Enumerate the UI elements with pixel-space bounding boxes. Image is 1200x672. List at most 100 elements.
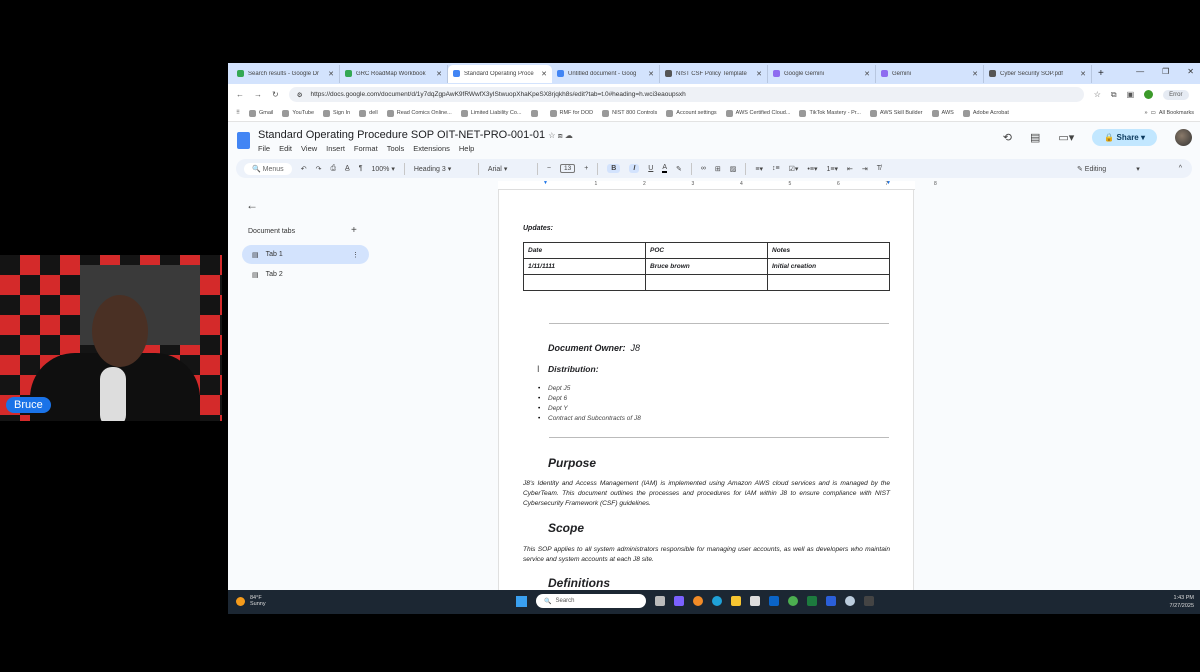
menu-insert[interactable]: Insert bbox=[326, 144, 345, 153]
table-cell[interactable]: Date bbox=[523, 242, 646, 259]
zoom-select[interactable]: 100% ▾ bbox=[371, 165, 394, 173]
tab-options-icon[interactable]: ⋮ bbox=[352, 251, 359, 259]
close-tab-icon[interactable]: ✕ bbox=[756, 70, 762, 78]
menu-file[interactable]: File bbox=[258, 144, 270, 153]
back-arrow-icon[interactable]: ← bbox=[246, 198, 258, 212]
close-tab-icon[interactable]: ✕ bbox=[541, 70, 547, 78]
table-cell[interactable]: Initial creation bbox=[767, 258, 890, 275]
font-size-decrease[interactable]: − bbox=[547, 165, 551, 172]
indent-decrease-icon[interactable]: ⇤ bbox=[847, 165, 853, 173]
ruler[interactable]: ▼ ▼ 12345678 bbox=[498, 180, 937, 190]
highlight-icon[interactable]: ✎ bbox=[676, 165, 682, 173]
browser-tab[interactable]: Cyber Security SOP.pdf ✕ bbox=[984, 64, 1092, 83]
bookmark-item[interactable]: AWS Certified Cloud... bbox=[725, 109, 790, 117]
bookmark-item[interactable]: Account settings bbox=[666, 109, 717, 117]
sidepanel-icon[interactable]: ▣ bbox=[1127, 90, 1135, 99]
profile-error-button[interactable]: Error bbox=[1163, 89, 1189, 100]
site-info-icon[interactable]: ⚙ bbox=[297, 91, 303, 99]
system-clock[interactable]: 1:43 PM 7/27/2025 bbox=[1170, 594, 1194, 610]
menu-search-input[interactable]: 🔍 Menus bbox=[244, 162, 292, 175]
file-explorer-icon[interactable] bbox=[731, 596, 741, 606]
bookmark-item[interactable]: YouTube bbox=[282, 109, 314, 117]
store-icon[interactable] bbox=[750, 596, 760, 606]
browser-tab[interactable]: NIST CSF Policy Template ✕ bbox=[660, 64, 768, 83]
comments-icon[interactable]: ▤ bbox=[1030, 131, 1040, 144]
profile-avatar[interactable] bbox=[1144, 90, 1154, 99]
font-size-input[interactable]: 13 bbox=[559, 164, 576, 173]
meet-icon[interactable]: ▭▾ bbox=[1058, 131, 1074, 144]
menu-edit[interactable]: Edit bbox=[279, 144, 292, 153]
new-tab-icon[interactable]: + bbox=[1098, 68, 1104, 79]
bookmark-item[interactable]: NIST 800 Controls bbox=[602, 109, 657, 117]
reload-icon[interactable]: ↻ bbox=[272, 90, 279, 99]
bookmark-item[interactable]: Read Comics Online... bbox=[386, 109, 452, 117]
close-tab-icon[interactable]: ✕ bbox=[648, 70, 654, 78]
excel-icon[interactable] bbox=[807, 596, 817, 606]
outlook-icon[interactable] bbox=[769, 596, 779, 606]
undo-icon[interactable]: ↶ bbox=[301, 165, 307, 173]
copilot-icon[interactable] bbox=[674, 596, 684, 606]
text-color-button[interactable]: A bbox=[662, 164, 668, 173]
weather-widget[interactable]: 84°F Sunny bbox=[236, 595, 266, 607]
table-cell[interactable] bbox=[767, 274, 890, 291]
browser-tab[interactable]: Google Gemini ✕ bbox=[768, 64, 876, 83]
link-icon[interactable]: ∞ bbox=[701, 165, 706, 172]
browser-tab[interactable]: Standard Operating Proce ✕ bbox=[448, 64, 552, 83]
url-input[interactable]: ⚙ https://docs.google.com/document/d/1y7d… bbox=[288, 87, 1084, 102]
spellcheck-icon[interactable]: A̲ bbox=[345, 165, 350, 172]
print-icon[interactable]: ⎙ bbox=[330, 165, 336, 173]
collapse-icon[interactable]: ^ bbox=[1179, 165, 1182, 172]
style-select[interactable]: Heading 3 ▾ bbox=[414, 165, 469, 173]
add-comment-icon[interactable]: ⊞ bbox=[715, 165, 721, 173]
terminal-icon[interactable] bbox=[864, 596, 874, 606]
align-icon[interactable]: ≡▾ bbox=[755, 165, 763, 173]
browser-tab[interactable]: Gemini ✕ bbox=[876, 64, 984, 83]
insert-image-icon[interactable]: ▨ bbox=[730, 165, 737, 173]
table-cell[interactable] bbox=[523, 274, 646, 291]
bookmark-item[interactable]: TikTok Mastery - Pr... bbox=[799, 109, 861, 117]
minimize-icon[interactable]: — bbox=[1136, 67, 1144, 76]
paint-format-icon[interactable]: ¶ bbox=[359, 165, 363, 172]
sidebar-tab-1[interactable]: ▤ Tab 1 ⋮ bbox=[242, 245, 369, 264]
share-button[interactable]: 🔒 Share ▾ bbox=[1092, 129, 1157, 146]
bookmark-item[interactable]: dell bbox=[359, 109, 378, 117]
sidebar-tab-2[interactable]: ▤ Tab 2 bbox=[242, 265, 369, 284]
close-tab-icon[interactable]: ✕ bbox=[864, 70, 870, 78]
app-icon[interactable] bbox=[845, 596, 855, 606]
bookmark-item[interactable]: Gmail bbox=[249, 109, 273, 117]
browser-tab[interactable]: Untitled document - Goog ✕ bbox=[552, 64, 660, 83]
font-size-increase[interactable]: + bbox=[584, 165, 588, 172]
docs-logo-icon[interactable] bbox=[237, 132, 250, 149]
menu-help[interactable]: Help bbox=[459, 144, 474, 153]
numbered-list-icon[interactable]: 1≡▾ bbox=[826, 165, 838, 173]
italic-button[interactable]: I bbox=[629, 164, 640, 173]
add-tab-icon[interactable]: + bbox=[351, 225, 357, 236]
forward-icon[interactable]: → bbox=[254, 90, 262, 99]
bold-button[interactable]: B bbox=[607, 164, 621, 173]
table-cell[interactable] bbox=[645, 274, 768, 291]
all-bookmarks[interactable]: » ▭ All Bookmarks bbox=[1145, 110, 1194, 116]
mode-select[interactable]: ✎ Editing ▾ bbox=[1077, 165, 1140, 173]
bookmark-item[interactable]: Sign In bbox=[323, 109, 350, 117]
bookmark-item[interactable]: Limited Liability Co... bbox=[460, 109, 522, 117]
bookmark-item[interactable]: Adobe Acrobat bbox=[962, 109, 1009, 117]
underline-button[interactable]: U bbox=[648, 165, 653, 172]
history-icon[interactable]: ⟲ bbox=[1003, 131, 1012, 144]
apps-icon[interactable]: ⠿ bbox=[236, 110, 240, 116]
browser-tab[interactable]: Search results - Google Dr ✕ bbox=[232, 64, 340, 83]
close-tab-icon[interactable]: ✕ bbox=[436, 70, 442, 78]
table-cell[interactable]: Notes bbox=[767, 242, 890, 259]
menu-format[interactable]: Format bbox=[354, 144, 378, 153]
close-tab-icon[interactable]: ✕ bbox=[1080, 70, 1086, 78]
table-cell[interactable]: 1/11/1111 bbox=[523, 258, 646, 275]
document-page[interactable]: Updates: Date POC Notes 1/11/1111 Bruce bro… bbox=[498, 190, 914, 590]
bullet-list-icon[interactable]: •≡▾ bbox=[807, 165, 817, 173]
bookmark-item[interactable] bbox=[530, 109, 541, 117]
table-cell[interactable]: Bruce brown bbox=[645, 258, 768, 275]
indent-increase-icon[interactable]: ⇥ bbox=[862, 165, 868, 173]
chrome-active-icon[interactable] bbox=[788, 596, 798, 606]
bookmark-item[interactable]: AWS bbox=[931, 109, 954, 117]
edge-icon[interactable] bbox=[712, 596, 722, 606]
menu-tools[interactable]: Tools bbox=[387, 144, 405, 153]
start-icon[interactable] bbox=[516, 595, 527, 607]
